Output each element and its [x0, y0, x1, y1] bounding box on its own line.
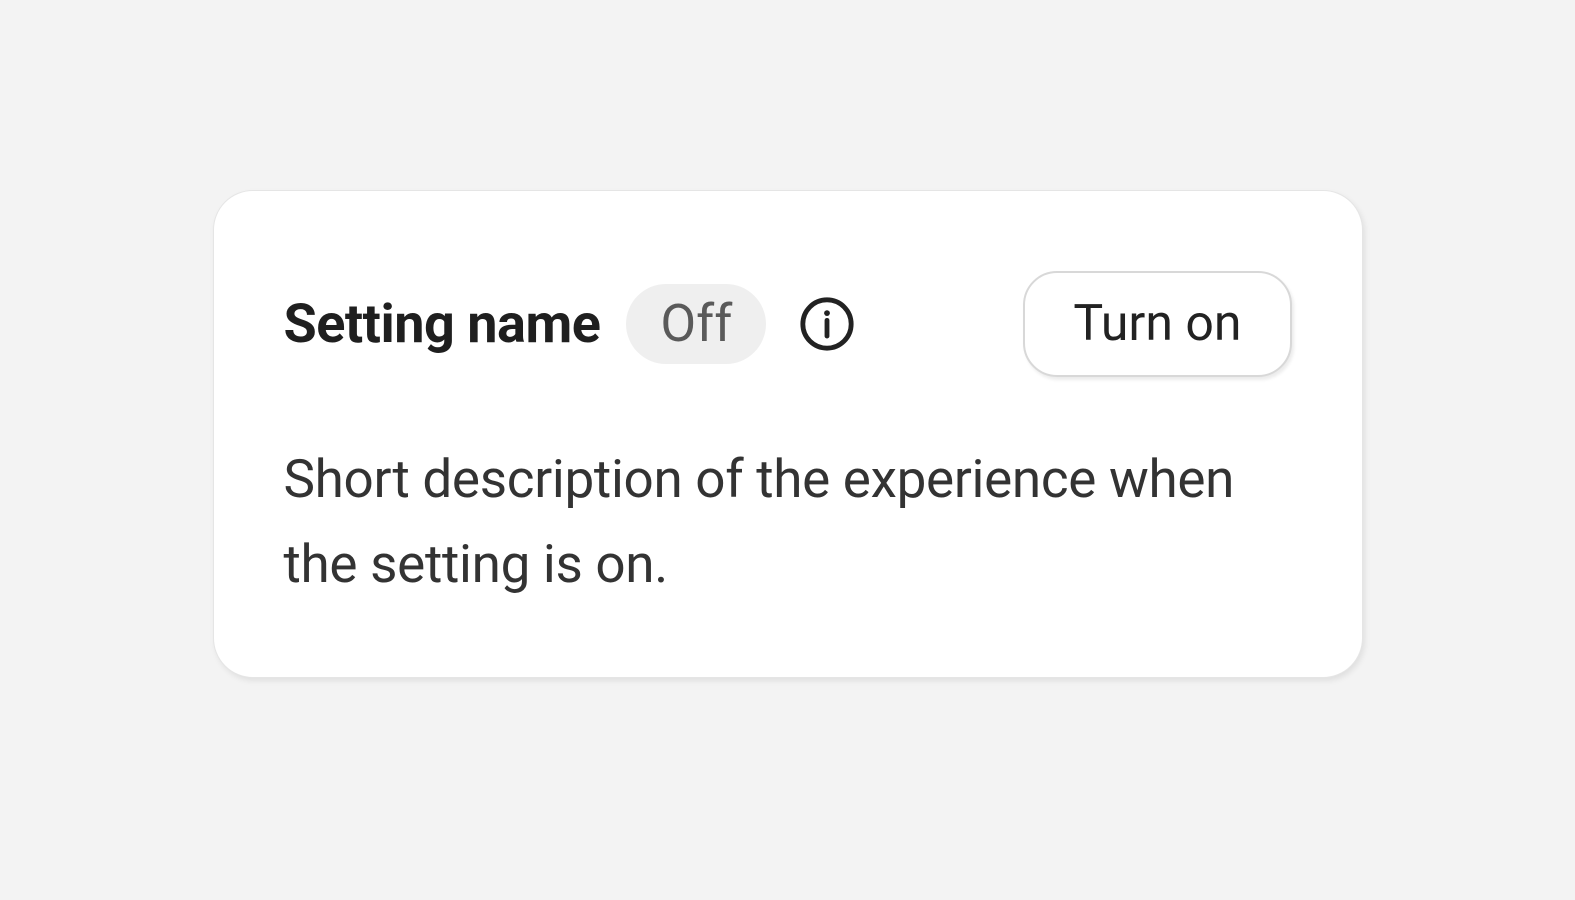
setting-title: Setting name [284, 293, 601, 356]
status-badge: Off [626, 284, 766, 364]
turn-on-button[interactable]: Turn on [1023, 271, 1291, 377]
setting-header-row: Setting name Off Turn on [284, 271, 1292, 377]
setting-description: Short description of the experience when… [284, 437, 1292, 607]
setting-card: Setting name Off Turn on Short descripti… [213, 190, 1363, 678]
info-icon[interactable] [798, 295, 856, 353]
